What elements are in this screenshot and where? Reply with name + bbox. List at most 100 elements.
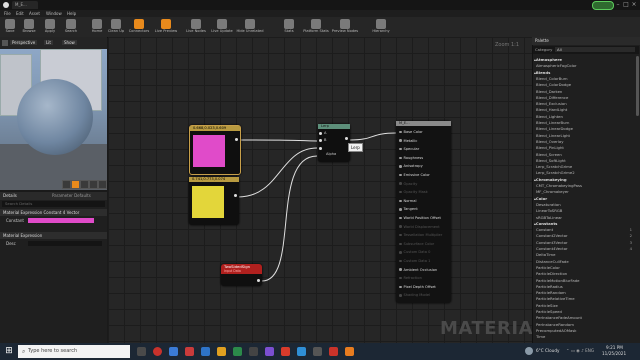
palette-item[interactable]: LinearToSRGB xyxy=(536,208,636,214)
app-icon[interactable] xyxy=(201,347,210,356)
material-result-node[interactable]: M_E... Base Color Metallic Specular Roughne… xyxy=(396,121,451,303)
material-pin[interactable]: Normal xyxy=(399,199,417,203)
palette-item[interactable]: PrecomputedAOMask xyxy=(536,328,636,334)
app-icon[interactable] xyxy=(297,347,306,356)
category-select[interactable]: All xyxy=(555,47,635,52)
palette-item[interactable]: Constant2Vector 2 xyxy=(536,233,636,239)
palette-item[interactable]: Blend_Difference xyxy=(536,95,636,101)
palette-item[interactable]: AtmosphericFogColor xyxy=(536,63,636,69)
file-explorer-icon[interactable] xyxy=(217,347,226,356)
palette-item[interactable]: DeltaTime xyxy=(536,252,636,258)
material-pin[interactable]: Tangent xyxy=(399,207,418,211)
palette-item[interactable]: sRGBToLinear xyxy=(536,215,636,221)
palette-item[interactable]: Blend_PinLight xyxy=(536,145,636,151)
palette-item[interactable]: ParticleRadius xyxy=(536,284,636,290)
constant4vector-node-yellow[interactable]: 0.741,0.773,0.074 xyxy=(189,177,239,225)
palette-item[interactable]: ParticleColor xyxy=(536,265,636,271)
twosidedsign-node[interactable]: TwoSidedSign Input Data xyxy=(221,264,262,286)
palette-item[interactable]: ParticleSize xyxy=(536,303,636,309)
palette-category[interactable]: ▴Chromakeying xyxy=(534,177,634,183)
output-pin[interactable] xyxy=(234,194,237,197)
palette-item[interactable]: Blend_LinearBurn xyxy=(536,120,636,126)
material-pin[interactable]: World Displacement xyxy=(399,225,440,229)
material-pin[interactable]: Ambient Occlusion xyxy=(399,268,437,272)
palette-item[interactable]: PerInstanceRandom xyxy=(536,322,636,328)
node-title: 0.668,0.023,0.609 xyxy=(190,126,240,131)
palette-item[interactable]: Blend_LinearDodge xyxy=(536,126,636,132)
palette-item[interactable]: ParticleSpeed xyxy=(536,309,636,315)
palette-item[interactable]: Blend_LinearLight xyxy=(536,133,636,139)
palette-item[interactable]: PerInstanceFadeAmount xyxy=(536,315,636,321)
palette-item[interactable]: Blend_Darken xyxy=(536,89,636,95)
output-pin[interactable] xyxy=(345,137,348,140)
windows-start-icon[interactable]: ⊞ xyxy=(4,346,14,356)
output-pin[interactable] xyxy=(235,138,238,141)
input-pin-b[interactable] xyxy=(319,139,322,142)
palette-item[interactable]: CMT_ChromakeyingPass xyxy=(536,183,636,189)
palette-item[interactable]: Blend_Overlay xyxy=(536,139,636,145)
palette-category[interactable]: ▴Constants xyxy=(534,221,634,227)
clock-date[interactable]: 11/25/2021 xyxy=(602,351,626,356)
clock-time[interactable]: 9:21 PM xyxy=(606,345,623,350)
material-pin[interactable]: Specular xyxy=(399,147,419,151)
palette-item[interactable]: ParticleRelativeTime xyxy=(536,296,636,302)
material-pin[interactable]: Opacity Mask xyxy=(399,190,428,194)
weather-text[interactable]: 6°C Cloudy xyxy=(536,348,559,353)
material-pin[interactable]: Metallic xyxy=(399,139,417,143)
opera-icon[interactable] xyxy=(153,347,162,356)
output-pin[interactable] xyxy=(257,279,260,282)
palette-item[interactable]: Blend_Exclusion xyxy=(536,101,636,107)
app-icon[interactable] xyxy=(345,347,354,356)
material-pin[interactable]: Shading Model xyxy=(399,293,430,297)
input-pin-alpha[interactable] xyxy=(319,147,322,150)
material-pin[interactable]: Base Color xyxy=(399,130,423,134)
palette-item[interactable]: Blend_ColorDodge xyxy=(536,82,636,88)
lerp-node[interactable]: Lerp A B Alpha xyxy=(318,124,350,162)
material-pin[interactable]: Pixel Depth Offset xyxy=(399,285,436,289)
palette-item[interactable]: Time xyxy=(536,334,636,340)
palette-item[interactable]: Lerp_ScratchGrime xyxy=(536,164,636,170)
tray-icons[interactable]: ⌃ ▭ ◉ ♪ ENG xyxy=(566,348,594,353)
palette-item[interactable]: Constant 1 xyxy=(536,227,636,233)
app-icon[interactable] xyxy=(233,347,242,356)
material-pin[interactable]: Emissive Color xyxy=(399,173,430,177)
palette-category[interactable]: ▴Blends xyxy=(534,70,634,76)
material-pin[interactable]: World Position Offset xyxy=(399,216,441,220)
palette-category[interactable]: ▴Atmosphere xyxy=(534,57,634,63)
material-pin[interactable]: Custom Data 0 xyxy=(399,250,430,254)
palette-item[interactable]: Blend_HardLight xyxy=(536,107,636,113)
palette-item[interactable]: Blend_ColorBurn xyxy=(536,76,636,82)
taskbar-search-input[interactable]: Type here to search xyxy=(18,345,130,358)
palette-item[interactable]: Constant4Vector 4 xyxy=(536,246,636,252)
material-pin[interactable]: Anisotropy xyxy=(399,164,423,168)
app-icon[interactable] xyxy=(329,347,338,356)
material-pin[interactable]: Refraction xyxy=(399,276,422,280)
material-pin[interactable]: Roughness xyxy=(399,156,423,160)
palette-item[interactable]: Lerp_ScratchGrime2 xyxy=(536,170,636,176)
chrome-icon[interactable] xyxy=(169,347,178,356)
task-view-icon[interactable] xyxy=(137,347,146,356)
constant4vector-node-pink[interactable]: 0.668,0.023,0.609 xyxy=(189,125,241,175)
palette-item[interactable]: ParticleDirection xyxy=(536,271,636,277)
app-icon[interactable] xyxy=(249,347,258,356)
app-icon[interactable] xyxy=(185,347,194,356)
palette-item[interactable]: ParticleMotionBlurFade xyxy=(536,278,636,284)
palette-item[interactable]: Blend_SoftLight xyxy=(536,158,636,164)
app-icon[interactable] xyxy=(265,347,274,356)
palette-item[interactable]: Constant3Vector 3 xyxy=(536,240,636,246)
material-pin[interactable]: Custom Data 1 xyxy=(399,259,430,263)
material-pin[interactable]: Tessellation Multiplier xyxy=(399,233,442,237)
palette-item[interactable]: Desaturation xyxy=(536,202,636,208)
palette-item[interactable]: Blend_Lighten xyxy=(536,114,636,120)
palette-item[interactable]: Blend_Screen xyxy=(536,152,636,158)
app-icon[interactable] xyxy=(281,347,290,356)
palette-scrollbar[interactable] xyxy=(636,56,639,116)
unreal-taskbar-icon[interactable] xyxy=(313,347,322,356)
material-pin[interactable]: Subsurface Color xyxy=(399,242,434,246)
palette-category[interactable]: ▴Color xyxy=(534,196,634,202)
input-pin-a[interactable] xyxy=(319,132,322,135)
material-pin[interactable]: Opacity xyxy=(399,182,417,186)
palette-item[interactable]: DistanceCullFade xyxy=(536,259,636,265)
palette-item[interactable]: MF_Chromakeyer xyxy=(536,189,636,195)
palette-item[interactable]: ParticleRandom xyxy=(536,290,636,296)
